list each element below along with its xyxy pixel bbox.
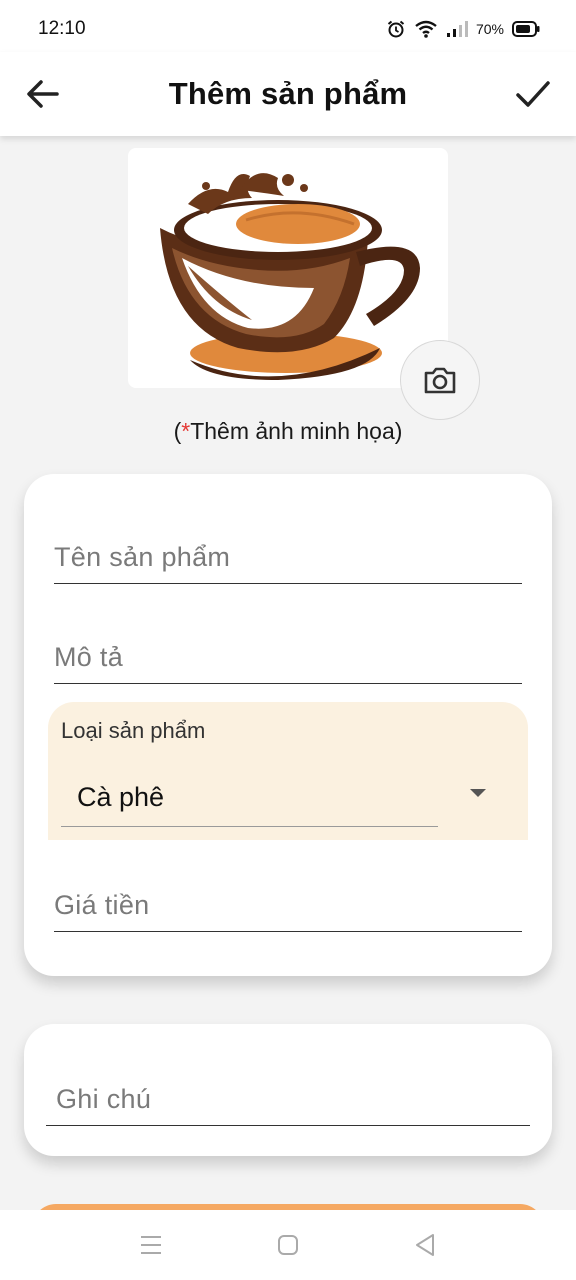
check-icon [516, 81, 550, 107]
image-caption: (*Thêm ảnh minh họa) [0, 418, 576, 445]
price-field[interactable]: Giá tiền [54, 882, 522, 932]
alarm-icon [386, 19, 406, 39]
description-placeholder: Mô tả [54, 642, 124, 672]
category-dropdown[interactable]: Loại sản phẩm Cà phê [48, 702, 528, 840]
status-time: 12:10 [38, 18, 86, 39]
save-button[interactable] [512, 73, 554, 115]
note-card: Ghi chú [24, 1024, 552, 1156]
battery-icon [512, 21, 540, 37]
wifi-icon [414, 19, 438, 39]
category-label: Loại sản phẩm [61, 718, 206, 743]
arrow-left-icon [27, 80, 59, 108]
product-form-card: Tên sản phẩm Mô tả Loại sản phẩm Cà phê … [24, 474, 552, 976]
description-field[interactable]: Mô tả [54, 634, 522, 684]
product-image[interactable] [128, 148, 448, 388]
status-icons: 70% [386, 19, 540, 39]
camera-button[interactable] [400, 340, 480, 420]
category-value: Cà phê [77, 782, 165, 812]
caption-text: Thêm ảnh minh họa) [190, 418, 403, 444]
recent-apps-button[interactable] [138, 1232, 164, 1258]
back-triangle-icon [416, 1234, 434, 1256]
coffee-cup-image [160, 173, 420, 380]
system-back-button[interactable] [412, 1232, 438, 1258]
page-title: Thêm sản phẩm [168, 76, 408, 111]
home-button[interactable] [275, 1232, 301, 1258]
battery-percent: 70% [475, 21, 504, 37]
note-placeholder: Ghi chú [56, 1084, 152, 1114]
home-square-icon [278, 1235, 298, 1255]
product-name-field[interactable]: Tên sản phẩm [54, 534, 522, 584]
menu-icon [141, 1236, 161, 1254]
required-star: * [181, 418, 191, 444]
product-name-placeholder: Tên sản phẩm [54, 542, 231, 572]
dropdown-arrow-icon [470, 789, 486, 797]
camera-icon [424, 367, 456, 394]
price-placeholder: Giá tiền [54, 890, 150, 920]
signal-icon [446, 20, 468, 38]
note-field[interactable]: Ghi chú [46, 1076, 530, 1126]
status-bar: 12:10 70% [0, 0, 576, 58]
app-bar: Thêm sản phẩm [0, 52, 576, 136]
system-nav-bar [0, 1210, 576, 1280]
dropdown-underline [61, 826, 438, 827]
back-button[interactable] [22, 73, 64, 115]
